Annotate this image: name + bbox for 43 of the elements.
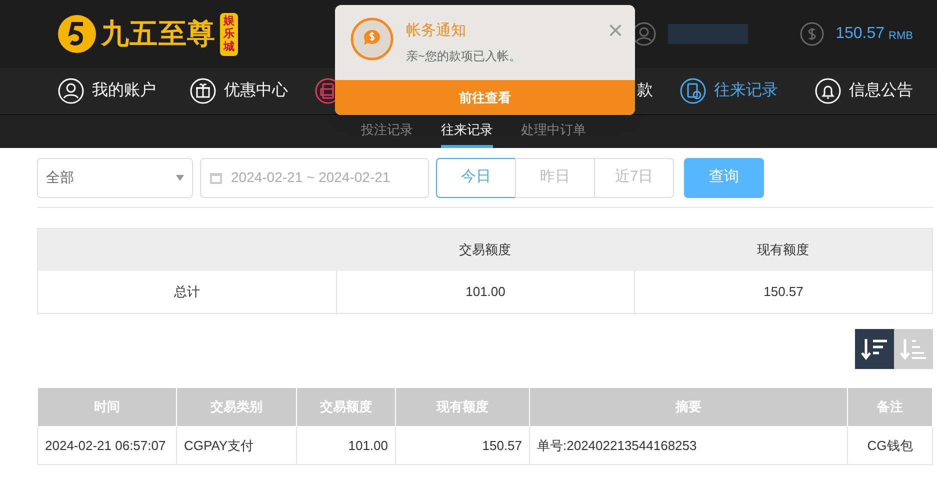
gift-icon: [190, 78, 216, 104]
sort-icon: [900, 337, 928, 361]
table-cell: CGPAY支付: [176, 426, 296, 464]
circle-icon: [680, 78, 706, 104]
notification-message: 亲~您的款项已入帐。: [406, 48, 522, 64]
balance-amount: 150.57: [836, 24, 885, 44]
type-select[interactable]: 全部: [37, 158, 193, 198]
table-cell: 2024-02-21 06:57:07: [38, 426, 176, 464]
table-cell: 单号:202402213544168253: [530, 426, 848, 464]
logo-badge: 娱乐城: [220, 12, 238, 56]
user-icon: [58, 78, 84, 104]
range-button[interactable]: 今日: [436, 158, 516, 198]
sort-descending-button[interactable]: [855, 329, 894, 369]
currency-label: RMB: [888, 28, 913, 44]
caret-icon: [176, 174, 184, 180]
select-value: 全部: [46, 168, 74, 187]
calendar-icon: [209, 170, 223, 184]
dollar-icon: [800, 22, 824, 46]
chat-coin-icon: [350, 17, 394, 61]
nav-item[interactable]: 款: [637, 79, 653, 103]
summary-value: 101.00: [336, 271, 634, 313]
sub-tab[interactable]: 处理中订单: [521, 115, 586, 148]
sort-icon: [860, 337, 888, 361]
sub-tab[interactable]: 投注记录: [361, 115, 413, 148]
nav-item[interactable]: 优惠中心: [190, 78, 288, 104]
summary-value: 150.57: [634, 271, 932, 313]
notification-title: 帐务通知: [406, 21, 467, 41]
bell-icon: [815, 78, 841, 104]
summary-header: 交易额度: [458, 241, 512, 260]
close-button[interactable]: ×: [608, 17, 623, 43]
logo-title: 九五至尊: [101, 17, 216, 51]
date-range-value: 2024-02-21 ~ 2024-02-21: [231, 168, 390, 187]
nav-item[interactable]: 往来记录: [680, 78, 778, 104]
table-cell: CG钱包: [848, 426, 932, 464]
date-range-field[interactable]: 2024-02-21 ~ 2024-02-21: [200, 158, 429, 198]
summary-header: 现有额度: [756, 241, 810, 260]
table-cell: 101.00: [296, 426, 396, 464]
table-cell: 150.57: [396, 426, 530, 464]
logo-icon: [57, 14, 97, 54]
nav-item[interactable]: 我的账户: [58, 78, 156, 104]
summary-label: 总计: [173, 283, 201, 302]
view-button[interactable]: 前往查看: [335, 80, 635, 115]
nav-item[interactable]: 信息公告: [815, 78, 913, 104]
